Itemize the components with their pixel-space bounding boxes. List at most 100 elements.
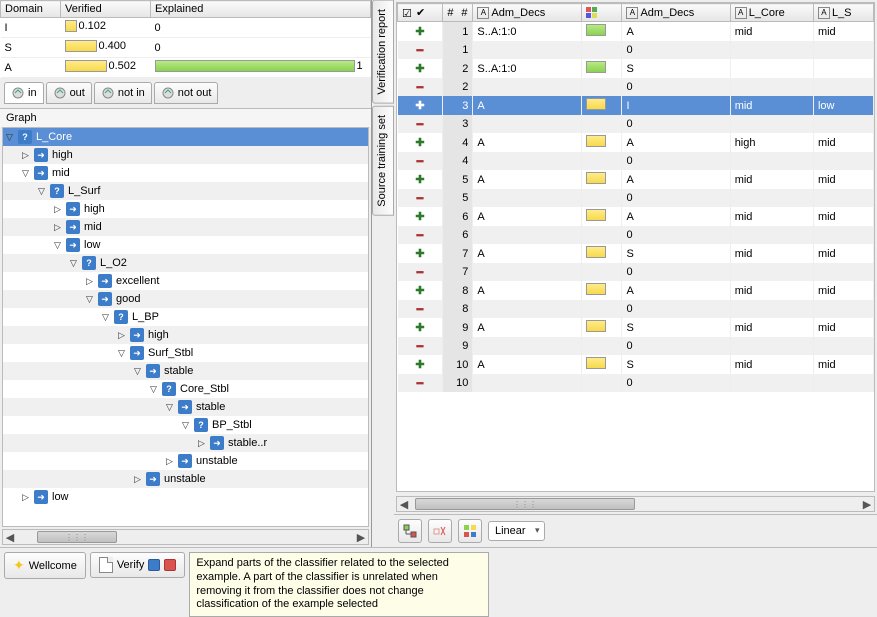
- expand-icon[interactable]: ✚: [398, 170, 443, 189]
- scroll-left-icon[interactable]: ◀: [3, 531, 17, 544]
- tree-toggle-icon[interactable]: ▽: [147, 383, 160, 396]
- tree-toggle-icon[interactable]: ▽: [35, 185, 48, 198]
- expand-icon[interactable]: ━: [398, 374, 443, 392]
- table-row[interactable]: ✚ 1 S..A:1:0 A mid mid: [398, 22, 874, 42]
- tree-toggle-icon[interactable]: ▷: [195, 437, 208, 450]
- expand-icon[interactable]: ✚: [398, 244, 443, 263]
- table-row[interactable]: ✚ 5 A A mid mid: [398, 170, 874, 189]
- scroll-thumb[interactable]: ⋮⋮⋮: [415, 498, 635, 510]
- tree-node[interactable]: ▽➜Surf_Stbl: [3, 344, 368, 362]
- expand-icon[interactable]: ━: [398, 263, 443, 281]
- table-row[interactable]: ━ 5 0: [398, 189, 874, 207]
- expand-icon[interactable]: ━: [398, 115, 443, 133]
- table-row[interactable]: ✚ 8 A A mid mid: [398, 281, 874, 300]
- col-header[interactable]: ##: [443, 4, 473, 22]
- expand-icon[interactable]: ✚: [398, 281, 443, 300]
- expand-icon[interactable]: ━: [398, 152, 443, 170]
- tree-toggle-icon[interactable]: ▽: [67, 257, 80, 270]
- table-row[interactable]: ━ 3 0: [398, 115, 874, 133]
- tree-node[interactable]: ▷➜excellent: [3, 272, 368, 290]
- graph-tree[interactable]: ▽?L_Core▷➜high▽➜mid▽?L_Surf▷➜high▷➜mid▽➜…: [2, 127, 369, 527]
- col-header[interactable]: AAdm_Decs: [622, 4, 730, 22]
- tree-toggle-icon[interactable]: ▷: [19, 491, 32, 504]
- expand-icon[interactable]: ✚: [398, 96, 443, 115]
- scale-combo[interactable]: Linear: [488, 521, 545, 541]
- tree-toggle-icon[interactable]: ▷: [83, 275, 96, 288]
- tree-node[interactable]: ▷➜stable..r: [3, 434, 368, 452]
- wellcome-tab[interactable]: ✦ Wellcome: [4, 552, 86, 579]
- tree-node[interactable]: ▽?L_BP: [3, 308, 368, 326]
- expand-icon[interactable]: ✚: [398, 355, 443, 374]
- expand-icon[interactable]: ━: [398, 337, 443, 355]
- scroll-right-icon[interactable]: ▶: [354, 531, 368, 544]
- vtab-verification[interactable]: Verification report: [372, 0, 394, 104]
- tree-expand-button[interactable]: [398, 519, 422, 543]
- table-row[interactable]: ✚ 9 A S mid mid: [398, 318, 874, 337]
- tree-collapse-button[interactable]: [428, 519, 452, 543]
- expand-icon[interactable]: ━: [398, 189, 443, 207]
- filter-tab-not-out[interactable]: not out: [154, 82, 219, 104]
- tree-toggle-icon[interactable]: ▽: [83, 293, 96, 306]
- col-header[interactable]: AL_S: [813, 4, 873, 22]
- tree-node[interactable]: ▽➜good: [3, 290, 368, 308]
- table-row[interactable]: ━ 2 0: [398, 78, 874, 96]
- tree-node[interactable]: ▽?L_O2: [3, 254, 368, 272]
- tree-node[interactable]: ▽?L_Core: [3, 128, 368, 146]
- table-row[interactable]: ━ 8 0: [398, 300, 874, 318]
- table-row[interactable]: ✚ 3 A I mid low: [398, 96, 874, 115]
- tree-node[interactable]: ▷➜low: [3, 488, 368, 506]
- tree-node[interactable]: ▷➜unstable: [3, 470, 368, 488]
- tree-toggle-icon[interactable]: ▷: [115, 329, 128, 342]
- table-row[interactable]: ✚ 7 A S mid mid: [398, 244, 874, 263]
- col-header[interactable]: AAdm_Decs: [473, 4, 581, 22]
- verify-tab[interactable]: Verify: [90, 552, 186, 578]
- tree-node[interactable]: ▽?BP_Stbl: [3, 416, 368, 434]
- tree-node[interactable]: ▽➜stable: [3, 398, 368, 416]
- col-header[interactable]: [581, 4, 622, 22]
- domain-header[interactable]: Domain: [1, 1, 61, 18]
- tree-toggle-icon[interactable]: ▽: [19, 167, 32, 180]
- tree-toggle-icon[interactable]: ▷: [131, 473, 144, 486]
- red-square-icon[interactable]: [164, 559, 176, 571]
- scroll-thumb[interactable]: ⋮⋮⋮: [37, 531, 117, 543]
- table-row[interactable]: ━ 10 0: [398, 374, 874, 392]
- table-row[interactable]: ━ 7 0: [398, 263, 874, 281]
- tree-toggle-icon[interactable]: ▽: [163, 401, 176, 414]
- expand-icon[interactable]: ✚: [398, 318, 443, 337]
- tree-node[interactable]: ▷➜high: [3, 146, 368, 164]
- tree-node[interactable]: ▽?Core_Stbl: [3, 380, 368, 398]
- scroll-right-icon[interactable]: ▶: [860, 498, 874, 511]
- tree-toggle-icon[interactable]: ▽: [99, 311, 112, 324]
- expand-icon[interactable]: ━: [398, 41, 443, 59]
- table-row[interactable]: ✚ 4 A A high mid: [398, 133, 874, 152]
- data-hscroll[interactable]: ◀ ⋮⋮⋮ ▶: [396, 496, 875, 512]
- expand-icon[interactable]: ━: [398, 226, 443, 244]
- expand-icon[interactable]: ━: [398, 78, 443, 96]
- col-header[interactable]: ☑✔: [398, 4, 443, 22]
- tree-toggle-icon[interactable]: ▽: [115, 347, 128, 360]
- tree-toggle-icon[interactable]: ▷: [19, 149, 32, 162]
- scroll-left-icon[interactable]: ◀: [397, 498, 411, 511]
- expand-icon[interactable]: ✚: [398, 133, 443, 152]
- tree-node[interactable]: ▽➜stable: [3, 362, 368, 380]
- table-row[interactable]: ✚ 2 S..A:1:0 S: [398, 59, 874, 78]
- table-row[interactable]: ✚ 10 A S mid mid: [398, 355, 874, 374]
- tree-node[interactable]: ▷➜high: [3, 200, 368, 218]
- tree-hscroll[interactable]: ◀ ⋮⋮⋮ ▶: [2, 529, 369, 545]
- verified-header[interactable]: Verified: [61, 1, 151, 18]
- expand-icon[interactable]: ✚: [398, 59, 443, 78]
- expand-icon[interactable]: ✚: [398, 207, 443, 226]
- tree-node[interactable]: ▽➜mid: [3, 164, 368, 182]
- tree-toggle-icon[interactable]: ▽: [131, 365, 144, 378]
- expand-icon[interactable]: ━: [398, 300, 443, 318]
- filter-tab-not-in[interactable]: not in: [94, 82, 152, 104]
- vtab-training[interactable]: Source training set: [372, 106, 394, 216]
- table-row[interactable]: ━ 1 0: [398, 41, 874, 59]
- tree-toggle-icon[interactable]: ▷: [51, 221, 64, 234]
- expand-icon[interactable]: ✚: [398, 22, 443, 42]
- tree-node[interactable]: ▷➜high: [3, 326, 368, 344]
- col-header[interactable]: AL_Core: [730, 4, 813, 22]
- tree-node[interactable]: ▷➜unstable: [3, 452, 368, 470]
- tree-node[interactable]: ▷➜mid: [3, 218, 368, 236]
- filter-tab-out[interactable]: out: [46, 82, 92, 104]
